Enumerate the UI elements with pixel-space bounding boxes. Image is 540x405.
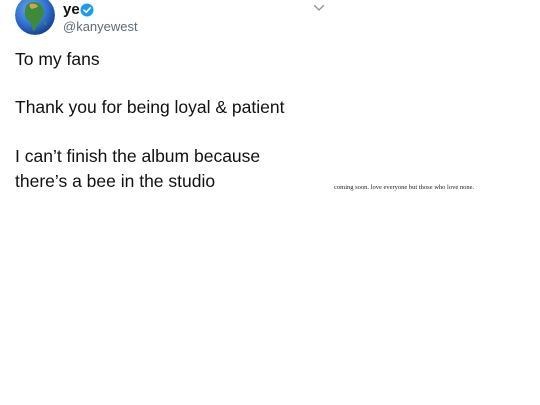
tweet-text-line: To my fans	[15, 49, 100, 69]
user-handle[interactable]: @kanyewest	[63, 19, 138, 35]
avatar[interactable]	[15, 0, 55, 35]
globe-icon	[15, 0, 55, 35]
tweet-text-line: Thank you for being loyal & patient	[15, 97, 285, 117]
tweet-text-line: I can’t finish the album because	[15, 146, 261, 166]
tweet-text-line: there’s a bee in the studio	[15, 171, 216, 191]
display-name[interactable]: ye	[63, 1, 80, 19]
chevron-down-icon[interactable]	[313, 3, 325, 13]
verified-badge-icon	[80, 3, 94, 17]
caption-text: coming soon. love everyone but those who…	[334, 184, 475, 191]
